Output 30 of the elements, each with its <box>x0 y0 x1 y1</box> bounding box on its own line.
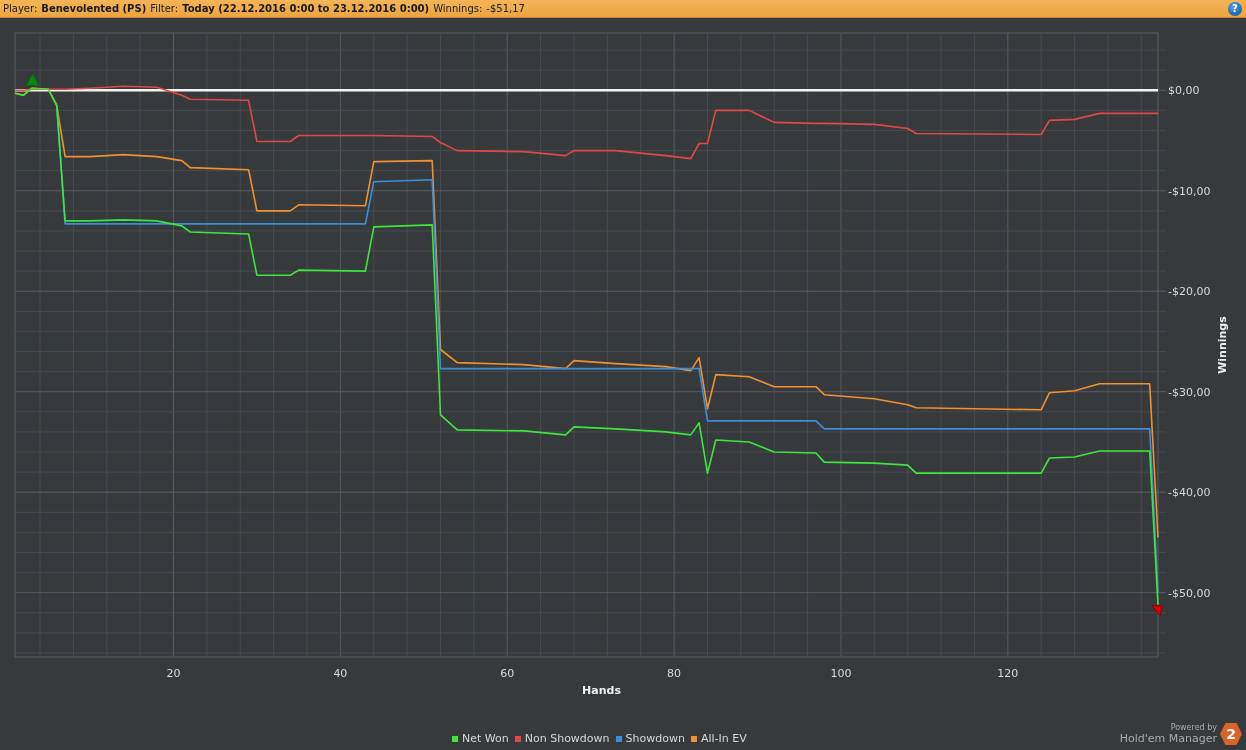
powered-by-text: Powered by <box>1170 723 1217 732</box>
axis-tick-label: -$40,00 <box>1168 486 1211 500</box>
header-label: Winnings: <box>433 3 483 14</box>
logo-badge: 2 <box>1220 723 1242 745</box>
product-name: Hold'em Manager <box>1119 732 1217 745</box>
axis-title: Winnings <box>1216 316 1229 374</box>
triangle-up-icon <box>26 73 40 86</box>
help-icon[interactable]: ? <box>1228 1 1242 16</box>
axis-tick-label: 40 <box>333 667 348 680</box>
axis-tick-label: -$20,00 <box>1168 285 1211 299</box>
axis-tick-label: -$10,00 <box>1168 184 1211 198</box>
legend-label: Showdown <box>625 732 685 745</box>
axis-tick-label: 100 <box>830 667 852 680</box>
header-label: Player: <box>3 3 38 14</box>
axis-tick-label: 120 <box>997 667 1019 680</box>
triangle-down-icon <box>1151 605 1163 617</box>
axis-tick-label: -$30,00 <box>1168 385 1211 399</box>
axis-tick-label: $0,00 <box>1168 84 1200 98</box>
axis-tick-label: 60 <box>500 667 515 680</box>
header-label: Filter: <box>150 3 179 14</box>
winnings-value: -$51,17 <box>486 3 525 14</box>
axis-tick-label: 20 <box>166 667 181 680</box>
legend-label: All-In EV <box>700 732 747 745</box>
axis-tick-label: 80 <box>667 667 682 680</box>
axis-tick-label: -$50,00 <box>1168 586 1211 600</box>
legend-label: Net Won <box>462 732 509 745</box>
filter-value: Today (22.12.2016 0:00 to 23.12.2016 0:00) <box>182 3 430 14</box>
axis-title: Hands <box>582 684 621 697</box>
legend-label: Non Showdown <box>524 732 610 745</box>
player-name: Benevolented (PS) <box>41 3 147 14</box>
